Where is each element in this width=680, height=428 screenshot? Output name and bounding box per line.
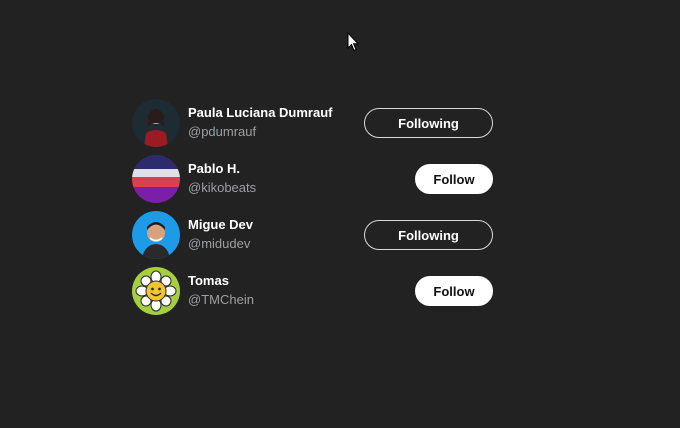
user-handle: @midudev — [188, 236, 251, 251]
follow-suggestions-list: Paula Luciana Dumrauf @pdumrauf Followin… — [132, 99, 496, 323]
follow-button[interactable]: Follow — [415, 276, 493, 306]
mouse-cursor-icon — [347, 32, 359, 52]
user-handle: @pdumrauf — [188, 124, 257, 139]
avatar[interactable] — [132, 211, 180, 259]
follow-button[interactable]: Follow — [415, 164, 493, 194]
avatar[interactable] — [132, 99, 180, 147]
user-card: Paula Luciana Dumrauf @pdumrauf Followin… — [132, 99, 496, 147]
user-card: Pablo H. @kikobeats Follow — [132, 155, 496, 203]
avatar-paula-image — [132, 99, 180, 147]
user-card: Migue Dev @midudev Following — [132, 211, 496, 259]
user-name[interactable]: Migue Dev — [188, 216, 253, 234]
user-name[interactable]: Paula Luciana Dumrauf — [188, 104, 332, 122]
avatar-tomas-flower-image — [132, 267, 180, 315]
avatar-pablo-image — [132, 155, 180, 203]
user-handle: @kikobeats — [188, 180, 257, 195]
following-button[interactable]: Following — [364, 220, 493, 250]
user-handle: @TMChein — [188, 292, 254, 307]
user-card: Tomas @TMChein Follow — [132, 267, 496, 315]
avatar[interactable] — [132, 155, 180, 203]
avatar[interactable] — [132, 267, 180, 315]
user-name[interactable]: Pablo H. — [188, 160, 256, 178]
following-button[interactable]: Following — [364, 108, 493, 138]
user-name[interactable]: Tomas — [188, 272, 254, 290]
avatar-migue-image — [132, 211, 180, 259]
